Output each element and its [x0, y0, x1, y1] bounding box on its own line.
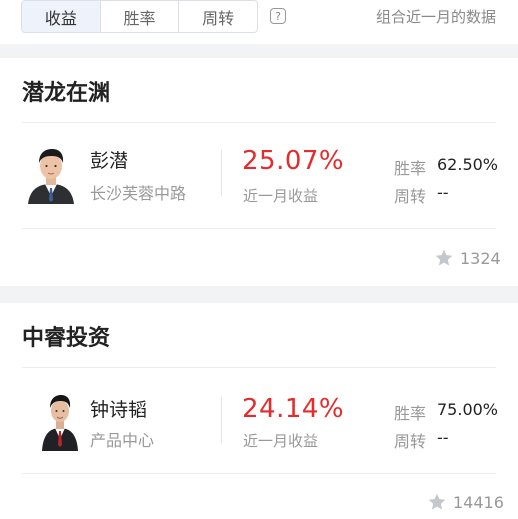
- avatar: [38, 391, 82, 451]
- turnover-label: 周转: [394, 432, 427, 451]
- turnover-value: --: [437, 428, 449, 447]
- follower-count: 1324: [460, 249, 501, 268]
- win-rate-label: 胜率: [394, 404, 427, 423]
- vertical-divider: [221, 150, 222, 196]
- star-icon[interactable]: [427, 492, 447, 512]
- portfolio-card[interactable]: 中睿投资 钟诗韬 产品中心 24.14% 近一月收益 胜率 75.00% 周转 …: [0, 303, 518, 519]
- filter-bar: 收益 胜率 周转 ? 组合近一月的数据: [0, 0, 518, 44]
- divider: [22, 228, 496, 229]
- monthly-return-value: 25.07%: [242, 146, 345, 176]
- portfolio-title: 中睿投资: [22, 326, 111, 351]
- monthly-return-label: 近一月收益: [243, 432, 319, 450]
- star-icon[interactable]: [434, 248, 454, 268]
- tab-return[interactable]: 收益: [22, 1, 101, 32]
- turnover-value: --: [437, 183, 449, 202]
- win-rate-value: 62.50%: [437, 155, 499, 174]
- vertical-divider: [221, 397, 222, 443]
- turnover-label: 周转: [394, 187, 427, 206]
- question-icon[interactable]: ?: [270, 8, 286, 24]
- monthly-return-label: 近一月收益: [243, 187, 319, 205]
- tab-turnover[interactable]: 周转: [179, 1, 257, 32]
- tab-win-rate[interactable]: 胜率: [101, 1, 180, 32]
- follower-count: 14416: [453, 493, 504, 512]
- portfolio-title: 潜龙在渊: [22, 81, 111, 106]
- divider: [22, 122, 496, 123]
- metric-tabs: 收益 胜率 周转: [21, 0, 258, 33]
- win-rate-label: 胜率: [394, 159, 427, 178]
- win-rate-value: 75.00%: [437, 400, 499, 419]
- manager-name: 彭潜: [90, 150, 129, 172]
- portfolio-card[interactable]: 潜龙在渊 彭潜 长沙芙蓉中路 25.07% 近一月收益 胜率 62.50% 周转…: [0, 58, 518, 286]
- monthly-return-value: 24.14%: [242, 394, 345, 424]
- data-range-note: 组合近一月的数据: [375, 8, 496, 26]
- divider: [22, 473, 496, 474]
- manager-name: 钟诗韬: [90, 399, 148, 421]
- divider: [22, 367, 496, 368]
- manager-branch: 长沙芙蓉中路: [90, 184, 187, 203]
- avatar: [24, 144, 78, 204]
- manager-branch: 产品中心: [90, 431, 155, 450]
